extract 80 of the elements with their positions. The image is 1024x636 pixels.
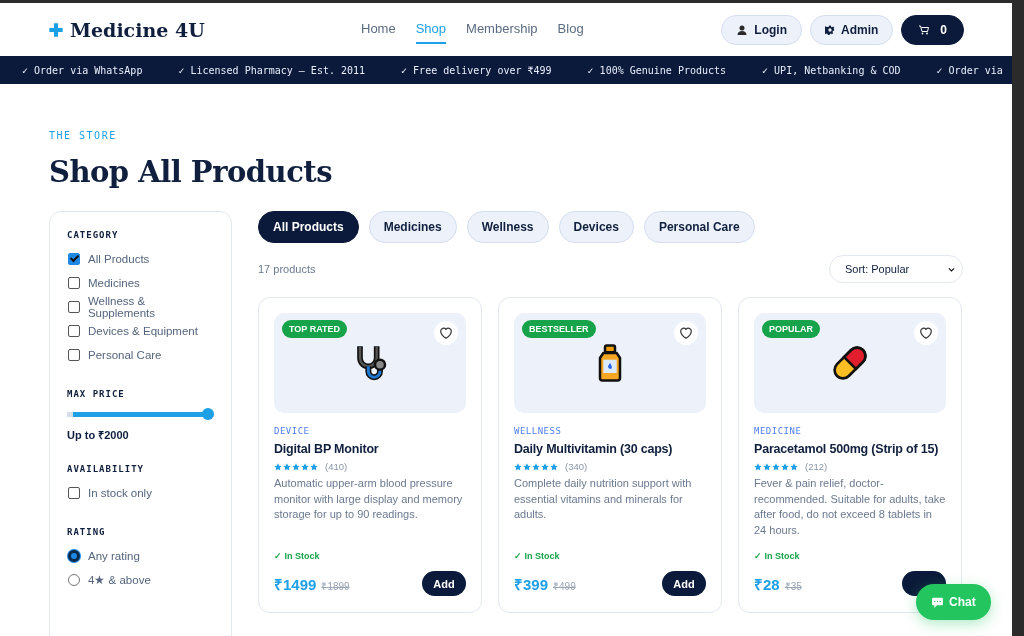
ticker-item: ✓ Order via WhatsApp <box>22 64 143 76</box>
product-description: Automatic upper-arm blood pressure monitor with large display and memory storage for up to 90 readings. <box>274 476 464 522</box>
stock-status: ✓ In Stock <box>754 551 801 561</box>
scrollbar[interactable] <box>1012 0 1024 636</box>
filter-chip[interactable]: Medicines <box>368 211 457 243</box>
checkbox-label[interactable]: Medicines <box>88 277 140 289</box>
add-button[interactable]: Add <box>662 571 706 596</box>
stock-status: ✓ In Stock <box>274 551 321 561</box>
add-button[interactable]: Add <box>422 571 466 596</box>
checkbox[interactable] <box>68 253 80 265</box>
checkbox[interactable] <box>68 277 80 289</box>
checkbox-label[interactable]: All Products <box>88 253 150 265</box>
checkbox[interactable] <box>68 325 80 337</box>
checkbox[interactable] <box>68 349 80 361</box>
cross-icon <box>48 21 64 38</box>
chat-icon <box>931 595 944 609</box>
product-price: ₹28 <box>754 574 780 594</box>
sort-dropdown[interactable]: Sort: Popular <box>829 255 963 283</box>
heart-icon <box>678 325 694 341</box>
page-heading: Shop All Products <box>49 155 334 189</box>
product-category: WELLNESS <box>514 426 563 436</box>
filter-chip[interactable]: Wellness <box>466 211 549 243</box>
filter-heading: CATEGORY <box>67 230 120 240</box>
checkbox-label[interactable]: Wellness & Supplements <box>87 295 214 319</box>
nav-link[interactable]: Blog <box>557 15 584 44</box>
review-count: (340) <box>565 461 588 472</box>
nav-link[interactable]: Membership <box>466 15 538 44</box>
section-eyebrow: THE STORE <box>49 130 118 141</box>
login-button[interactable]: Login <box>721 14 802 45</box>
original-price: ₹1899 <box>321 579 350 593</box>
radio-label[interactable]: Any rating <box>88 550 140 562</box>
ticker-item: ✓ UPI, Netbanking & COD <box>762 64 901 76</box>
heart-icon <box>438 325 454 341</box>
product-price: ₹399 <box>514 574 549 594</box>
radio-label[interactable]: 4★ & above <box>88 573 151 587</box>
filter-heading: RATING <box>67 527 107 537</box>
filter-heading: MAX PRICE <box>67 389 126 399</box>
cart-button[interactable]: 0 <box>901 14 964 45</box>
original-price: ₹35 <box>784 579 802 593</box>
admin-button[interactable]: Admin <box>809 14 894 45</box>
ticker-item: ✓ Free delivery over ₹499 <box>401 64 552 76</box>
checkbox-label[interactable]: Personal Care <box>88 349 162 361</box>
favorite-button[interactable] <box>914 321 938 345</box>
cart-icon <box>918 23 931 36</box>
product-badge: BESTSELLER <box>522 320 596 338</box>
person-icon <box>736 23 749 36</box>
site-logo[interactable]: Medicine 4U <box>70 18 205 41</box>
product-description: Fever & pain relief, doctor-recommended. Suitable for adults, take after food, do not exceed 8 tablets in 24 hours. <box>754 476 946 538</box>
nav-link[interactable]: Home <box>361 15 396 44</box>
favorite-button[interactable] <box>674 321 698 345</box>
product-count: 17 products <box>258 263 316 275</box>
product-name[interactable]: Paracetamol 500mg (Strip of 15) <box>754 442 946 456</box>
review-count: (410) <box>325 461 348 472</box>
product-badge: POPULAR <box>762 320 820 338</box>
product-name[interactable]: Daily Multivitamin (30 caps) <box>514 442 706 456</box>
ticker-item: ✓ Licensed Pharmacy — Est. 2011 <box>178 64 366 76</box>
filter-chip[interactable]: Personal Care <box>643 211 755 243</box>
ticker-item: ✓ 100% Genuine Products <box>587 64 727 76</box>
stock-status: ✓ In Stock <box>514 551 561 561</box>
product-category: DEVICE <box>274 426 311 436</box>
filter-chip[interactable]: Devices <box>558 211 634 243</box>
product-description: Complete daily nutrition support with essential vitamins and minerals for adults. <box>514 476 693 522</box>
product-price: ₹1499 <box>274 574 317 594</box>
gear-icon <box>824 24 835 35</box>
radio-button[interactable] <box>68 550 80 562</box>
filter-chip[interactable]: All Products <box>258 211 359 243</box>
favorite-button[interactable] <box>434 321 458 345</box>
product-badge: TOP RATED <box>282 320 347 338</box>
product-name[interactable]: Digital BP Monitor <box>274 442 466 456</box>
price-reading: Up to ₹2000 <box>67 428 130 442</box>
review-count: (212) <box>805 461 828 472</box>
filter-heading: AVAILABILITY <box>67 464 146 474</box>
checkbox[interactable] <box>68 487 80 499</box>
checkbox-label[interactable]: Devices & Equipment <box>88 325 198 337</box>
checkbox[interactable] <box>68 301 80 313</box>
checkbox-label[interactable]: In stock only <box>88 487 152 499</box>
ticker-item: ✓ Order via <box>936 64 1003 76</box>
product-category: MEDICINE <box>754 426 803 436</box>
heart-icon <box>918 325 934 341</box>
original-price: ₹499 <box>553 579 576 593</box>
